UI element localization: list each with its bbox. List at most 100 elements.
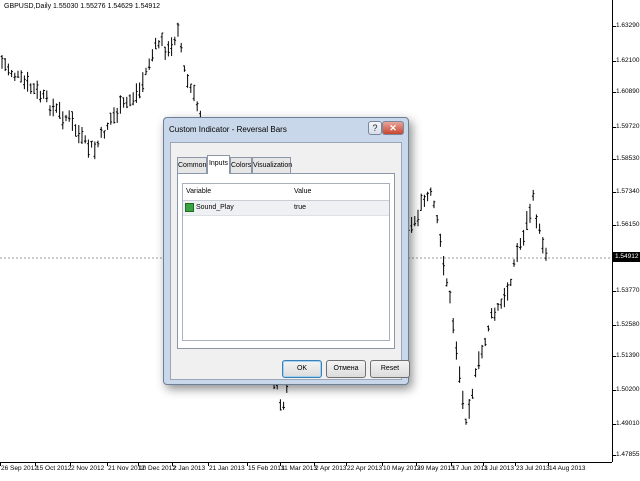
ohlc-bar: [170, 37, 173, 57]
ohlc-bar: [131, 92, 135, 106]
ohlc-bar: [77, 125, 81, 144]
price-tick-label: 1.63290: [616, 22, 640, 29]
help-button[interactable]: ?: [368, 121, 382, 135]
ohlc-bar: [0, 54, 4, 69]
column-header-value[interactable]: Value: [294, 184, 311, 200]
ohlc-bar: [13, 72, 17, 81]
time-tick-label: 11 Mar 2013: [281, 465, 318, 472]
tab-visualization[interactable]: Visualization: [252, 157, 292, 173]
inputs-table[interactable]: Variable Value Sound_Play true: [182, 183, 390, 341]
table-row[interactable]: Sound_Play true: [183, 201, 389, 216]
ohlc-bar: [525, 211, 529, 231]
reset-button[interactable]: Reset: [370, 360, 410, 378]
ohlc-bar: [464, 418, 468, 425]
cancel-button[interactable]: Отмена: [326, 360, 366, 378]
ohlc-bar: [538, 223, 541, 234]
ohlc-bar: [154, 37, 157, 50]
ohlc-bar: [83, 135, 87, 144]
time-tick-label: 10 May 2013: [383, 465, 421, 472]
ohlc-bar: [122, 97, 125, 108]
ohlc-bar: [429, 187, 433, 196]
ohlc-bar: [535, 214, 538, 229]
ohlc-bar: [455, 341, 458, 360]
time-tick-label: 29 May 2013: [417, 465, 455, 472]
ohlc-bar: [483, 337, 487, 347]
price-tick-label: 1.47855: [616, 451, 640, 458]
ohlc-bar: [512, 259, 516, 267]
time-tick-label: 2 Apr 2013: [315, 465, 347, 472]
time-tick-label: 22 Apr 2013: [347, 465, 383, 472]
ok-button[interactable]: OK: [282, 360, 322, 378]
ohlc-bar: [26, 71, 29, 92]
ohlc-bar: [496, 302, 500, 311]
tab-common[interactable]: Common: [177, 157, 207, 173]
ohlc-bar: [480, 344, 484, 359]
ohlc-bar: [80, 126, 84, 145]
time-tick-label: 1 Jul 2013: [484, 465, 514, 472]
row-value[interactable]: true: [294, 201, 306, 215]
ohlc-bar: [90, 140, 93, 148]
tab-colors[interactable]: Colors: [230, 157, 252, 173]
ohlc-bar: [448, 290, 452, 304]
ohlc-bar: [99, 126, 103, 138]
ohlc-bar: [279, 399, 282, 411]
dialog-body: Common Inputs Colors Visualization Varia…: [170, 142, 410, 380]
price-tick-label: 1.59720: [616, 123, 640, 130]
ohlc-bar: [410, 217, 413, 233]
ohlc-bar: [461, 390, 465, 410]
ohlc-bar: [7, 63, 10, 76]
ohlc-bar: [51, 98, 55, 117]
ohlc-bar: [490, 308, 493, 319]
ohlc-bar: [87, 139, 90, 158]
ohlc-bar: [151, 49, 154, 62]
ohlc-bar: [55, 103, 58, 113]
ohlc-bar: [477, 351, 481, 370]
ohlc-bar: [183, 65, 186, 72]
ohlc-bar: [528, 203, 532, 223]
ohlc-bar: [96, 140, 100, 148]
ohlc-bar: [32, 83, 36, 95]
ohlc-bar: [61, 111, 65, 130]
ohlc-bar: [179, 42, 183, 53]
close-button[interactable]: ✕: [382, 121, 404, 135]
ohlc-bar: [176, 22, 180, 37]
column-header-variable[interactable]: Variable: [186, 184, 211, 200]
ohlc-bar: [35, 80, 39, 99]
ohlc-bar: [29, 83, 33, 94]
ohlc-bar: [138, 82, 141, 99]
time-axis[interactable]: 26 Sep 2012 15 Oct 2012 2 Nov 2012 21 Nov 2…: [0, 462, 612, 481]
ohlc-bar: [519, 238, 522, 250]
current-price-label: 1.54912: [613, 252, 640, 262]
ohlc-bar: [125, 96, 129, 109]
time-tick-label: 15 Oct 2012: [36, 465, 72, 472]
ohlc-bar: [192, 84, 196, 102]
ohlc-bar: [93, 141, 97, 160]
ohlc-bar: [426, 191, 429, 202]
ohlc-bar: [71, 111, 74, 131]
ohlc-bar: [103, 130, 106, 139]
ohlc-bar: [189, 83, 193, 93]
time-tick-label: 14 Aug 2013: [549, 465, 586, 472]
price-tick-label: 1.50200: [616, 386, 640, 393]
ohlc-bar: [128, 94, 132, 107]
ohlc-bar: [522, 229, 525, 246]
ohlc-bar: [115, 107, 119, 123]
ohlc-bar: [141, 72, 145, 93]
tab-inputs[interactable]: Inputs: [207, 155, 230, 174]
ohlc-bar: [167, 41, 170, 57]
ohlc-bar: [64, 114, 68, 122]
time-tick-label: 17 Jun 2013: [452, 465, 488, 472]
ohlc-bar: [45, 90, 49, 103]
ohlc-bar: [157, 40, 161, 49]
ohlc-bar: [39, 90, 42, 103]
ohlc-bar: [509, 278, 513, 287]
price-tick-label: 1.60890: [616, 88, 640, 95]
row-variable: Sound_Play: [196, 204, 234, 211]
ohlc-bar: [160, 32, 164, 47]
price-axis[interactable]: 1.63290 1.62100 1.60890 1.59720 1.58530 1.573…: [612, 0, 640, 462]
ohlc-bar: [16, 70, 20, 78]
ohlc-bar: [186, 74, 189, 88]
ohlc-bar: [413, 216, 417, 227]
ohlc-bar: [23, 75, 26, 90]
ohlc-bar: [42, 89, 45, 99]
